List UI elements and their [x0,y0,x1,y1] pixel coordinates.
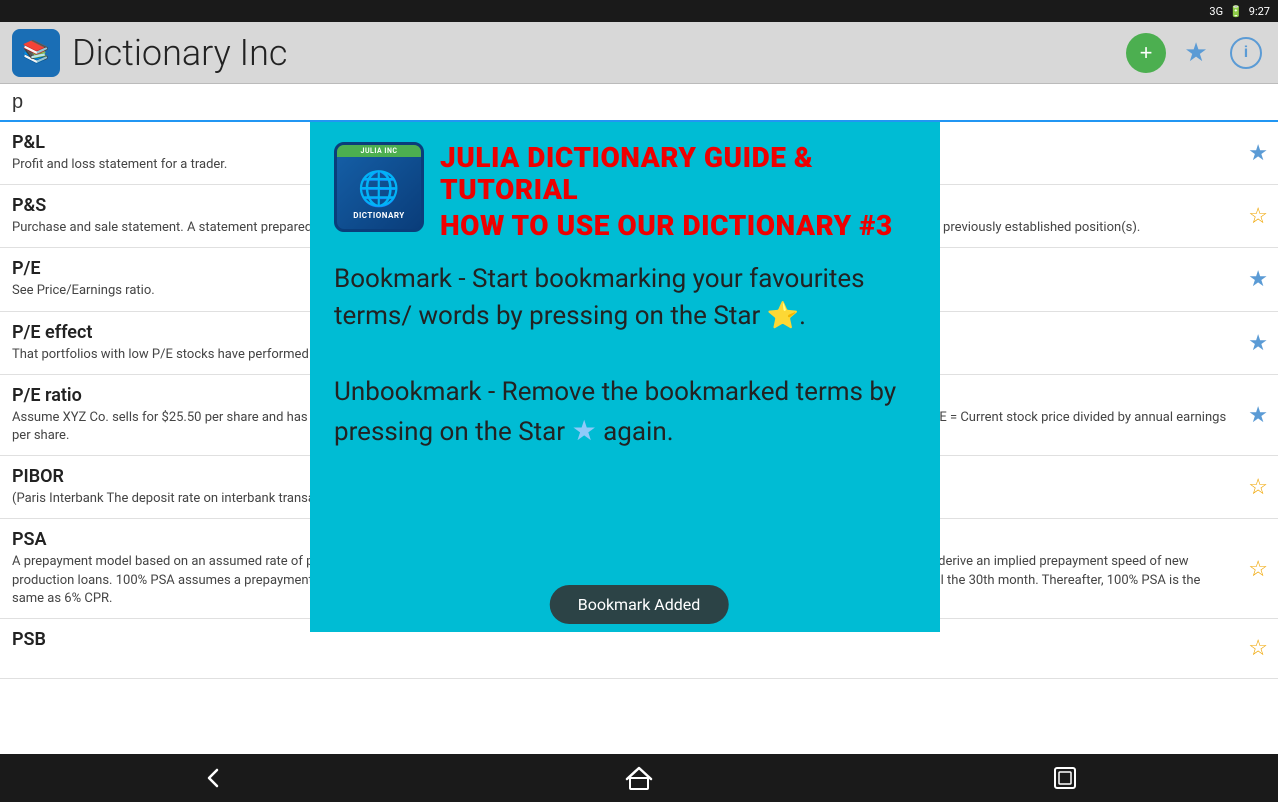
search-bar [0,84,1278,122]
toast-text: Bookmark Added [578,595,701,614]
header-actions: + ★ i [1126,33,1266,73]
app-icon-globe: 🌐 [358,169,400,209]
bookmark-button[interactable]: ★ [1248,266,1268,292]
tutorial-period: . [799,301,806,331]
info-button[interactable]: i [1226,33,1266,73]
home-icon [625,764,653,792]
tutorial-header: JULIA INC 🌐 DICTIONARY JULIA DICTIONARY … [334,142,916,243]
bookmark-button[interactable]: ☆ [1248,556,1268,582]
bookmark-button[interactable]: ★ [1248,330,1268,356]
bookmark-button[interactable]: ☆ [1248,474,1268,500]
time-display: 9:27 [1249,5,1270,18]
tutorial-title-line2: HOW TO USE OUR DICTIONARY #3 [440,210,916,242]
recent-apps-button[interactable] [1051,764,1079,792]
search-input[interactable] [12,91,1266,114]
tutorial-star-blue-emoji: ★ [572,414,597,447]
term-label: PSB [12,629,1228,650]
signal-icon: 3G [1209,5,1223,18]
tutorial-app-icon: JULIA INC 🌐 DICTIONARY [334,142,424,232]
add-icon: + [1140,40,1153,66]
app-title: Dictionary Inc [72,32,1114,74]
bookmark-button[interactable]: ☆ [1248,635,1268,661]
recent-apps-icon [1051,764,1079,792]
back-icon [199,764,227,792]
battery-icon: 🔋 [1229,5,1243,18]
info-icon: i [1230,37,1262,69]
app-icon-bottom-text: DICTIONARY [353,211,404,220]
tutorial-title-line1: JULIA DICTIONARY GUIDE & TUTORIAL [440,142,916,206]
app-icon: 📚 [12,29,60,77]
bookmark-star-button[interactable]: ★ [1176,33,1216,73]
main-content: P&L Profit and loss statement for a trad… [0,122,1278,754]
add-button[interactable]: + [1126,33,1166,73]
bookmark-button[interactable]: ★ [1248,402,1268,428]
tutorial-body: Bookmark - Start bookmarking your favour… [334,261,916,452]
app-icon-badge: JULIA INC [337,145,421,157]
tutorial-again-text: again. [597,417,674,447]
tutorial-star-filled-emoji: ⭐ [767,301,799,331]
header-bar: 📚 Dictionary Inc + ★ i [0,22,1278,84]
bookmark-button[interactable]: ☆ [1248,203,1268,229]
star-icon: ★ [1184,37,1207,68]
tutorial-overlay: JULIA INC 🌐 DICTIONARY JULIA DICTIONARY … [310,122,940,632]
home-button[interactable] [625,764,653,792]
bookmark-button[interactable]: ★ [1248,140,1268,166]
app-icon-glyph: 📚 [22,40,49,65]
tutorial-title-block: JULIA DICTIONARY GUIDE & TUTORIAL HOW TO… [440,142,916,243]
toast-notification: Bookmark Added [550,585,729,624]
back-button[interactable] [199,764,227,792]
status-bar: 3G 🔋 9:27 [0,0,1278,22]
bottom-nav-bar [0,754,1278,802]
